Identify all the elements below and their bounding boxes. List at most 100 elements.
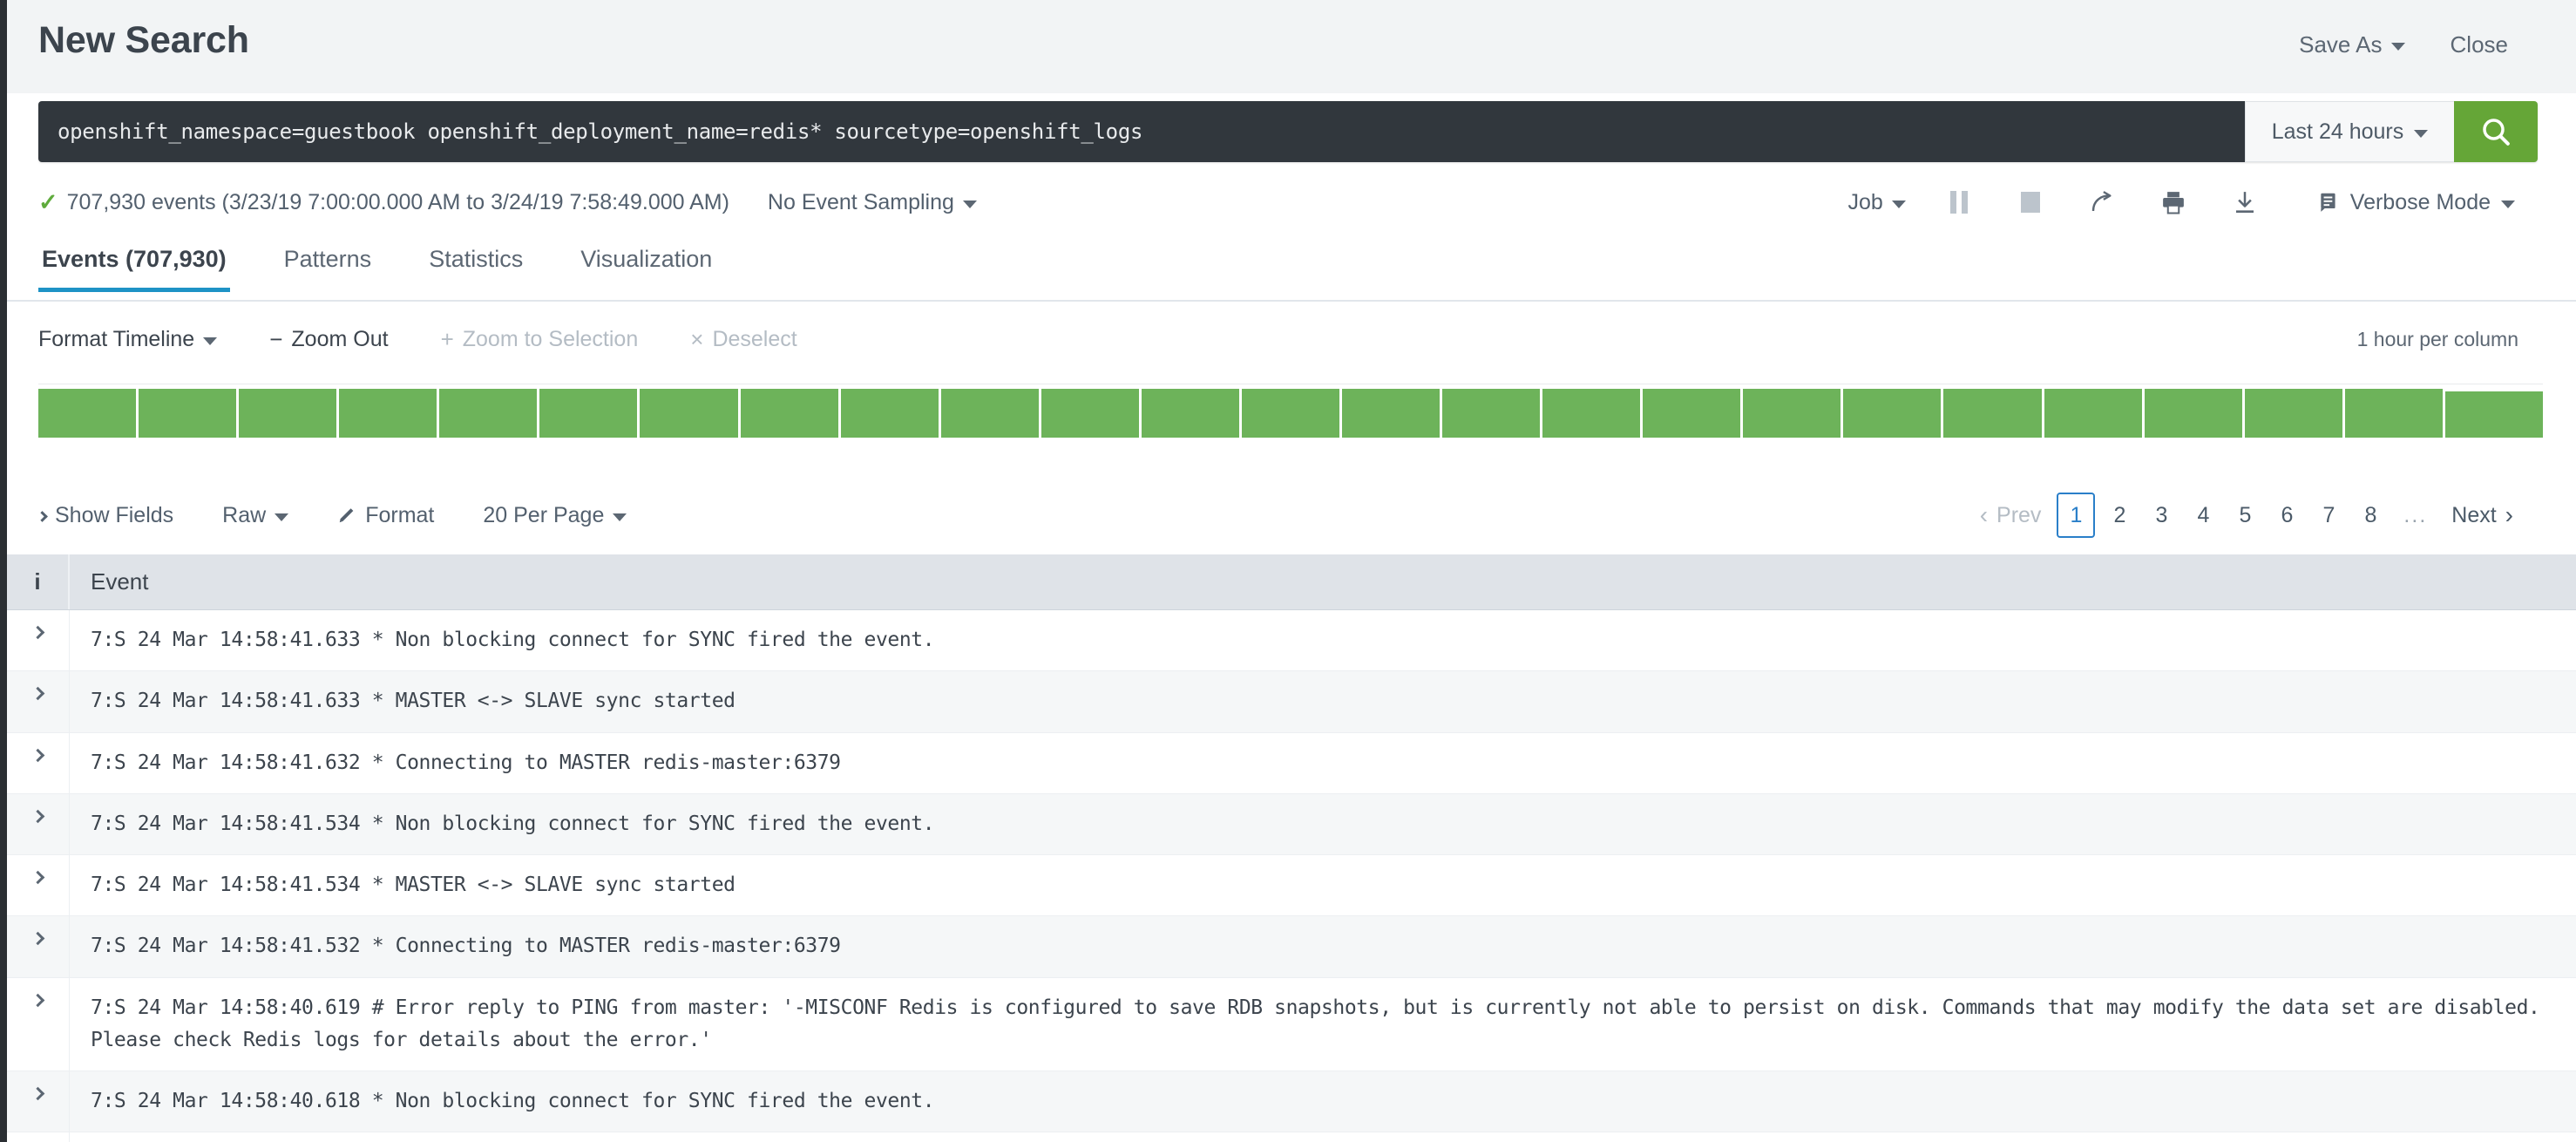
zoom-to-selection-button[interactable]: + Zoom to Selection (441, 327, 639, 352)
time-range-picker[interactable]: Last 24 hours (2245, 101, 2454, 162)
timeline-bar[interactable] (740, 389, 838, 438)
chevron-right-icon (31, 748, 45, 762)
pagination: ‹ Prev 1 2 3 4 5 6 7 8... Next › (1971, 493, 2522, 538)
timeline-bar[interactable] (1141, 389, 1239, 438)
timeline-bar[interactable] (439, 389, 538, 438)
raw-view-dropdown[interactable]: Raw (222, 502, 289, 528)
timeline-bar[interactable] (1743, 389, 1841, 438)
run-search-button[interactable] (2454, 101, 2538, 162)
table-row: 7:S 24 Mar 14:58:40.618 * Non blocking c… (7, 1071, 2576, 1133)
pagination-page-1[interactable]: 1 (2057, 493, 2096, 538)
pagination-page-7[interactable]: 7 (2311, 493, 2346, 538)
expand-row-button[interactable] (7, 977, 70, 1071)
timeline-bar[interactable] (2244, 389, 2342, 438)
timeline-bar[interactable] (1843, 389, 1942, 438)
chevron-down-icon (2501, 200, 2515, 208)
pagination-prev-label: Prev (1996, 502, 2042, 527)
event-text: 7:S 24 Mar 14:58:41.532 * Connecting to … (91, 935, 841, 958)
pagination-page-4[interactable]: 4 (2186, 493, 2220, 538)
chevron-down-icon (2414, 129, 2429, 138)
stop-button[interactable] (2012, 184, 2049, 221)
timeline-bar[interactable] (640, 389, 738, 438)
timeline-controls-group: Format Timeline − Zoom Out + Zoom to Sel… (38, 327, 797, 352)
zoom-out-button[interactable]: − Zoom Out (269, 327, 388, 352)
pagination-page-3[interactable]: 3 (2144, 493, 2179, 538)
per-page-dropdown[interactable]: 20 Per Page (483, 503, 627, 528)
expand-row-button[interactable] (7, 793, 70, 854)
event-text: 7:S 24 Mar 14:58:41.633 * MASTER <-> SLA… (91, 690, 736, 713)
job-dropdown[interactable]: Job (1847, 189, 1906, 215)
timeline-bar[interactable] (539, 389, 638, 438)
expand-row-button[interactable] (7, 855, 70, 916)
timeline-bar[interactable] (2044, 389, 2142, 438)
timeline-bar[interactable] (1041, 389, 1139, 438)
event-text: 7:S 24 Mar 14:58:41.633 * Non blocking c… (91, 629, 935, 651)
share-button[interactable] (2084, 184, 2120, 221)
timeline-bar[interactable] (139, 389, 237, 438)
pagination-next-label: Next (2451, 502, 2497, 527)
tab-patterns[interactable]: Patterns (281, 241, 376, 292)
zoom-out-label: Zoom Out (291, 326, 389, 351)
tab-statistics[interactable]: Statistics (425, 241, 526, 292)
chevron-down-icon (1891, 200, 1906, 208)
print-button[interactable] (2155, 184, 2192, 221)
tab-events[interactable]: Events (707,930) (38, 241, 230, 292)
format-timeline-dropdown[interactable]: Format Timeline (38, 327, 218, 352)
search-input[interactable] (38, 101, 2245, 162)
pause-button[interactable] (1941, 184, 1977, 221)
timeline-bar[interactable] (339, 389, 437, 438)
expand-row-button[interactable] (7, 671, 70, 732)
event-sampling-dropdown[interactable]: No Event Sampling (768, 190, 977, 215)
timeline-bar[interactable] (1241, 389, 1340, 438)
tab-visualization[interactable]: Visualization (577, 241, 715, 292)
chevron-right-icon (31, 993, 45, 1007)
timeline-bar[interactable] (1643, 389, 1741, 438)
expand-row-button[interactable] (7, 916, 70, 977)
timeline-bar[interactable] (940, 389, 1039, 438)
search-mode-label: Verbose Mode (2349, 189, 2491, 214)
expand-row-button[interactable] (7, 1071, 70, 1132)
format-results-button[interactable]: Format (337, 503, 434, 528)
close-button[interactable]: Close (2451, 31, 2508, 58)
timeline-bar[interactable] (1442, 389, 1541, 438)
close-icon: × (690, 326, 704, 352)
timeline-bar[interactable] (1943, 389, 2042, 438)
pagination-next[interactable]: Next › (2443, 493, 2522, 538)
timeline-bar[interactable] (2144, 389, 2242, 438)
timeline-bar[interactable] (239, 389, 337, 438)
timeline-bar[interactable] (1542, 389, 1641, 438)
job-label: Job (1847, 189, 1883, 214)
events-table-header: i Event (7, 554, 2576, 610)
events-timeline-chart[interactable] (38, 384, 2543, 438)
search-icon (2483, 119, 2510, 146)
raw-label: Raw (222, 502, 267, 527)
chevron-right-icon (31, 686, 45, 701)
pause-icon (1949, 191, 1956, 214)
timeline-bar[interactable] (38, 389, 137, 438)
search-mode-dropdown[interactable]: Verbose Mode (2317, 190, 2515, 215)
check-icon: ✓ (38, 188, 58, 215)
pagination-page-6[interactable]: 6 (2269, 493, 2304, 538)
chevron-down-icon (2390, 43, 2405, 51)
export-button[interactable] (2227, 184, 2263, 221)
timeline-bar[interactable] (840, 389, 939, 438)
timeline-bar[interactable] (1342, 389, 1441, 438)
save-as-button[interactable]: Save As (2299, 31, 2405, 58)
expand-row-button[interactable] (7, 732, 70, 793)
timeline-bar[interactable] (2344, 389, 2443, 438)
expand-row-button[interactable] (7, 610, 70, 671)
zoom-to-selection-label: Zoom to Selection (462, 326, 639, 351)
search-status-bar: ✓ 707,930 events (3/23/19 7:00:00.000 AM… (7, 176, 2576, 228)
pagination-page-2[interactable]: 2 (2102, 493, 2137, 538)
chevron-down-icon (962, 200, 977, 208)
pagination-prev[interactable]: ‹ Prev (1971, 493, 2051, 538)
share-icon (2091, 191, 2112, 212)
pagination-page-8[interactable]: 8 (2353, 493, 2388, 538)
pagination-ellipsis: ... (2403, 502, 2428, 527)
minus-icon: − (269, 326, 283, 352)
show-fields-button[interactable]: Show Fields (37, 503, 173, 528)
pagination-page-5[interactable]: 5 (2227, 493, 2262, 538)
deselect-button[interactable]: × Deselect (690, 327, 797, 352)
timeline-bar[interactable] (2444, 391, 2543, 438)
expand-row-button[interactable] (7, 1132, 70, 1142)
